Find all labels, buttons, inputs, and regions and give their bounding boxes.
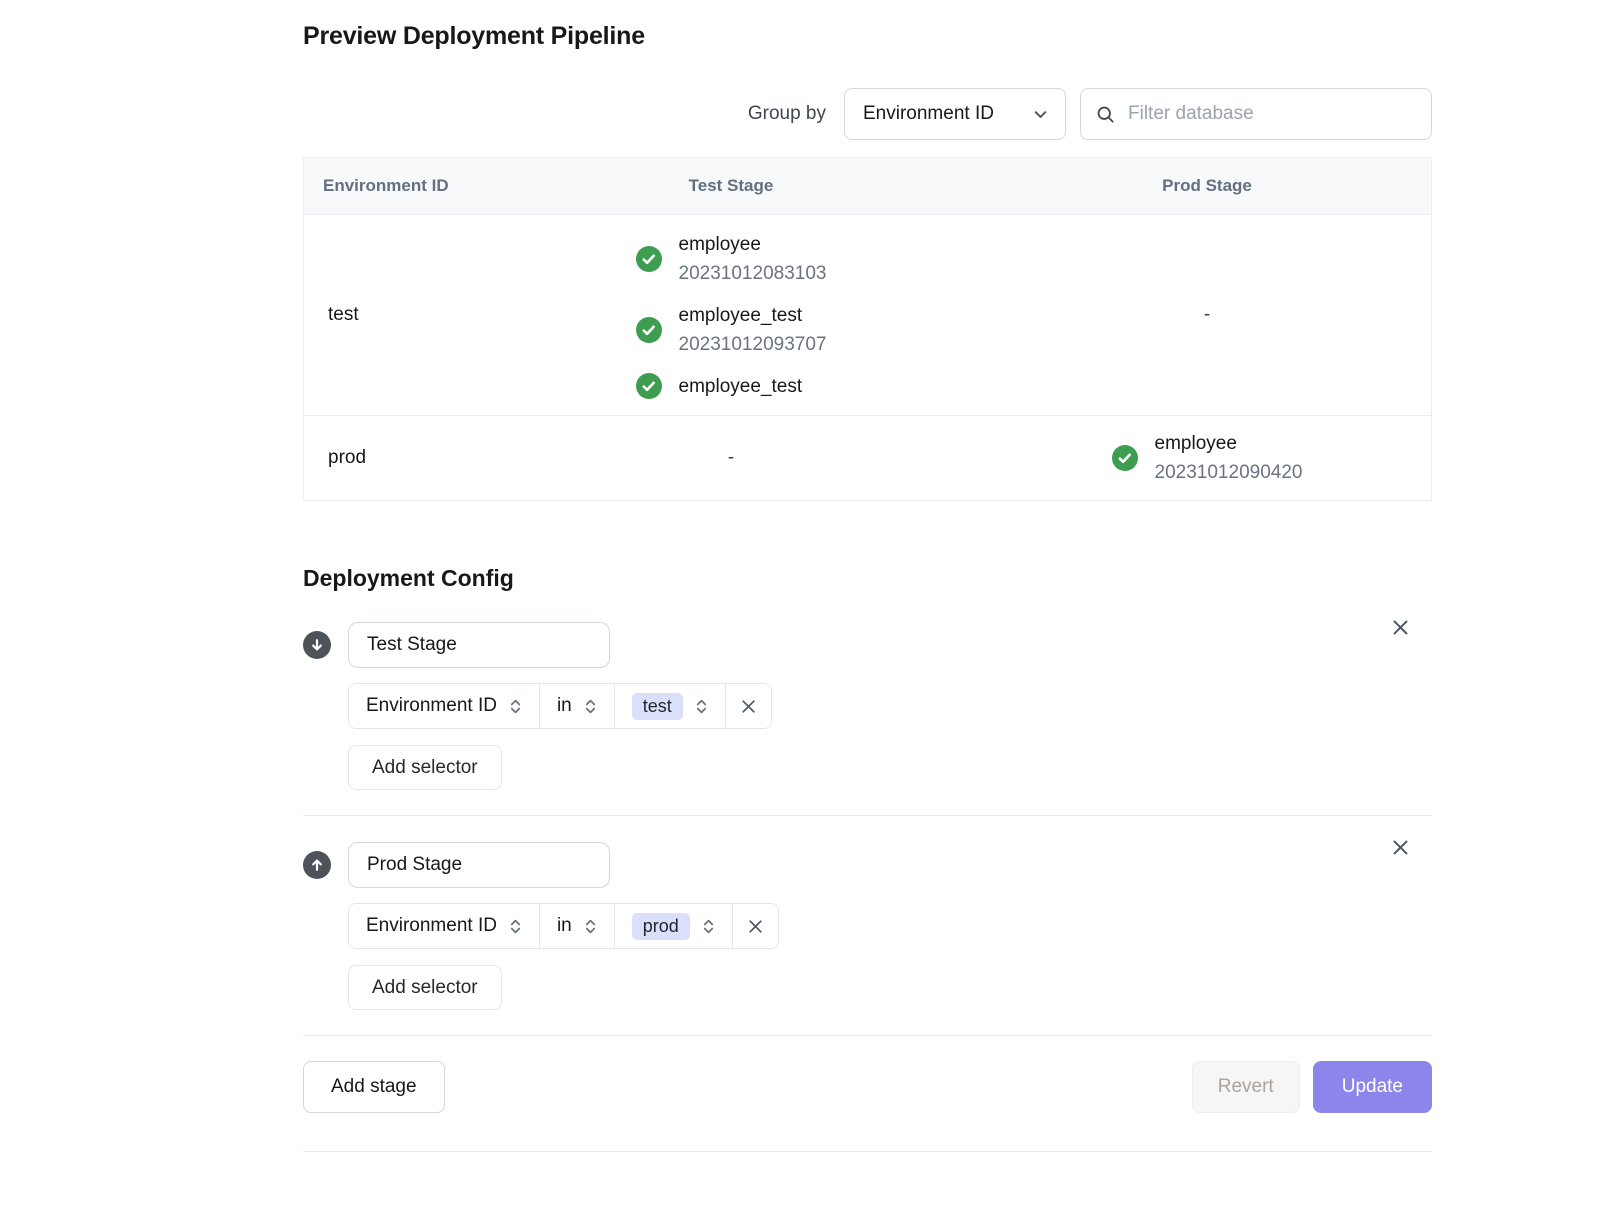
selector-row: Environment ID in test (348, 683, 772, 729)
selector-row: Environment ID in prod (348, 903, 779, 949)
environment-id-cell: test (304, 304, 479, 326)
close-icon (740, 698, 757, 715)
check-circle-icon (1112, 445, 1138, 471)
filter-database-input[interactable] (1126, 102, 1416, 126)
check-circle-icon (636, 246, 662, 272)
group-by-selected-value: Environment ID (863, 103, 994, 125)
empty-stage-placeholder: - (728, 447, 734, 469)
chevron-updown-icon (509, 698, 522, 715)
selector-value-tag: prod (632, 913, 690, 940)
database-name: employee_test (679, 372, 803, 401)
group-by-label: Group by (748, 103, 826, 125)
table-row-prod: prod - employee 20231012090420 (304, 415, 1431, 500)
check-circle-icon (636, 373, 662, 399)
database-version: 20231012090420 (1155, 458, 1303, 487)
database-item: employee 20231012083103 (636, 230, 827, 288)
selector-value-select[interactable]: prod (615, 904, 733, 948)
filter-database-field (1080, 88, 1432, 140)
stage-config-prod: Environment ID in prod (303, 816, 1432, 1036)
chevron-updown-icon (584, 918, 597, 935)
bottom-divider (303, 1151, 1432, 1152)
selector-operator-value: in (557, 915, 572, 937)
add-selector-button[interactable]: Add selector (348, 965, 502, 1010)
page-title: Preview Deployment Pipeline (303, 22, 1432, 51)
column-header-environment-id: Environment ID (304, 176, 479, 196)
add-selector-button[interactable]: Add selector (348, 745, 502, 790)
selector-value-select[interactable]: test (615, 684, 726, 728)
database-version: 20231012093707 (679, 330, 827, 359)
group-by-select[interactable]: Environment ID (844, 88, 1066, 140)
selector-value-tag: test (632, 693, 683, 720)
stage-name-input[interactable] (348, 842, 610, 888)
remove-selector-button[interactable] (733, 904, 778, 948)
database-name: employee (679, 230, 827, 259)
selector-operator-value: in (557, 695, 572, 717)
test-stage-databases: employee 20231012083103 employee_test 20… (636, 230, 827, 401)
pipeline-table-header: Environment ID Test Stage Prod Stage (304, 158, 1431, 215)
arrow-up-circle-icon (303, 851, 331, 879)
deployment-pipeline-page: Preview Deployment Pipeline Group by Env… (303, 22, 1432, 1152)
chevron-updown-icon (695, 698, 708, 715)
database-version: 20231012083103 (679, 259, 827, 288)
stage-config-test: Environment ID in test (303, 592, 1432, 816)
pipeline-table: Environment ID Test Stage Prod Stage tes… (303, 157, 1432, 501)
remove-selector-button[interactable] (726, 684, 771, 728)
selector-operator-select[interactable]: in (540, 904, 615, 948)
check-circle-icon (636, 317, 662, 343)
deployment-config-title: Deployment Config (303, 565, 1432, 592)
database-name: employee (1155, 429, 1303, 458)
environment-id-cell: prod (304, 447, 479, 469)
update-button[interactable]: Update (1313, 1061, 1432, 1113)
chevron-down-icon (1032, 106, 1049, 123)
search-icon (1096, 105, 1115, 124)
database-item: employee_test 20231012093707 (636, 301, 827, 359)
selector-operator-select[interactable]: in (540, 684, 615, 728)
selector-key-value: Environment ID (366, 915, 497, 937)
selector-key-select[interactable]: Environment ID (349, 684, 540, 728)
footer-actions: Add stage Revert Update (303, 1036, 1432, 1113)
revert-button[interactable]: Revert (1192, 1061, 1300, 1113)
chevron-updown-icon (584, 698, 597, 715)
column-header-test-stage: Test Stage (479, 176, 983, 196)
remove-stage-button[interactable] (1389, 836, 1412, 859)
table-row-test: test employee 20231012083103 (304, 215, 1431, 415)
column-header-prod-stage: Prod Stage (983, 176, 1431, 196)
database-item: employee 20231012090420 (1112, 429, 1303, 487)
empty-stage-placeholder: - (1204, 304, 1210, 326)
database-name: employee_test (679, 301, 827, 330)
toolbar: Group by Environment ID (303, 88, 1432, 140)
add-stage-button[interactable]: Add stage (303, 1061, 445, 1113)
close-icon (747, 918, 764, 935)
chevron-updown-icon (702, 918, 715, 935)
stage-name-input[interactable] (348, 622, 610, 668)
selector-key-value: Environment ID (366, 695, 497, 717)
database-item: employee_test (636, 372, 827, 401)
arrow-down-circle-icon (303, 631, 331, 659)
chevron-updown-icon (509, 918, 522, 935)
remove-stage-button[interactable] (1389, 616, 1412, 639)
selector-key-select[interactable]: Environment ID (349, 904, 540, 948)
